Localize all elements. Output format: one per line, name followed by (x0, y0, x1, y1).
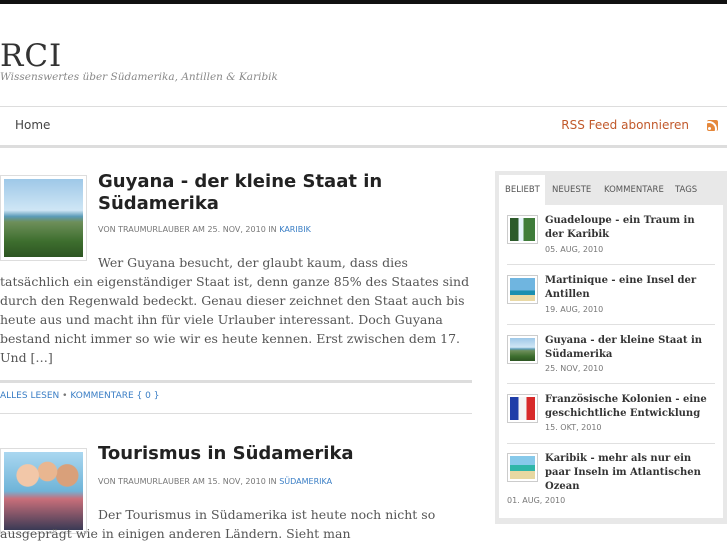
tab-neueste[interactable]: NEUESTE (552, 175, 591, 205)
list-item[interactable]: Martinique - eine Insel der Antillen 19.… (507, 265, 715, 325)
list-item-thumbnail[interactable] (507, 394, 538, 423)
list-item[interactable]: Französische Kolonien - eine geschichtli… (507, 384, 715, 444)
flag-photo-icon (510, 397, 535, 420)
main-nav: Home RSS Feed abonnieren (0, 106, 727, 148)
list-item-thumbnail[interactable] (507, 335, 538, 364)
top-bar (0, 0, 727, 4)
palm-photo-icon (510, 278, 535, 301)
beach-photo-icon (510, 456, 535, 479)
list-item-title[interactable]: Guadeloupe - ein Traum in der Karibik (545, 214, 715, 242)
list-item-date: 01. AUG, 2010 (507, 496, 566, 505)
post-footer: ALLES LESEN • KOMMENTARE { 0 } (0, 380, 472, 414)
list-item-date: 19. AUG, 2010 (545, 305, 604, 314)
island-photo-icon (4, 179, 83, 257)
tab-tags[interactable]: TAGS (675, 175, 697, 205)
list-item-date: 15. OKT, 2010 (545, 423, 602, 432)
post-title[interactable]: Tourismus in Südamerika (98, 443, 438, 465)
sidebar-tabs-widget: BELIEBT NEUESTE KOMMENTARE TAGS Guadelou… (495, 171, 727, 524)
post-category-link[interactable]: SÜDAMERIKA (279, 477, 332, 486)
read-more-link[interactable]: ALLES LESEN (0, 391, 59, 401)
post-meta-author-date: von TRAUMURLAUBER am 15. NOV, 2010 in (98, 477, 277, 486)
post-meta: von TRAUMURLAUBER am 15. NOV, 2010 in SÜ… (98, 477, 332, 486)
footer-separator: • (62, 391, 68, 401)
list-item-date: 25. NOV, 2010 (545, 364, 604, 373)
tab-bar: BELIEBT NEUESTE KOMMENTARE TAGS (499, 175, 723, 205)
list-item-thumbnail[interactable] (507, 215, 538, 244)
list-item-title[interactable]: Karibik - mehr als nur ein paar Inseln i… (545, 452, 715, 494)
list-item-title[interactable]: Martinique - eine Insel der Antillen (545, 274, 715, 302)
post-excerpt: Wer Guyana besucht, der glaubt kaum, das… (0, 255, 470, 365)
tab-beliebt[interactable]: BELIEBT (499, 175, 545, 205)
tab-kommentare[interactable]: KOMMENTARE (604, 175, 664, 205)
list-item[interactable]: Guyana - der kleine Staat in Südamerika … (507, 325, 715, 384)
list-item-title[interactable]: Guyana - der kleine Staat in Südamerika (545, 334, 715, 362)
post-meta-author-date: von TRAUMURLAUBER am 25. NOV, 2010 in (98, 225, 277, 234)
post-meta: von TRAUMURLAUBER am 25. NOV, 2010 in KA… (98, 225, 311, 234)
post-category-link[interactable]: KARIBIK (279, 225, 311, 234)
list-item-thumbnail[interactable] (507, 275, 538, 304)
site-description: Wissenswertes über Südamerika, Antillen … (0, 71, 278, 83)
nav-home-link[interactable]: Home (15, 118, 50, 132)
comments-link[interactable]: KOMMENTARE { 0 } (70, 391, 159, 401)
post-title[interactable]: Guyana - der kleine Staat in Südamerika (98, 171, 438, 215)
list-item[interactable]: Guadeloupe - ein Traum in der Karibik 05… (507, 205, 715, 265)
island-photo-icon (510, 338, 535, 361)
list-item-thumbnail[interactable] (507, 453, 538, 482)
post-thumbnail[interactable] (0, 175, 87, 261)
list-item-title[interactable]: Französische Kolonien - eine geschichtli… (545, 393, 715, 421)
post-excerpt: Der Tourismus in Südamerika ist heute no… (0, 507, 436, 541)
list-item[interactable]: Karibik - mehr als nur ein paar Inseln i… (507, 444, 715, 514)
site-title[interactable]: RCI (0, 38, 62, 74)
list-item-date: 05. AUG, 2010 (545, 245, 604, 254)
popular-posts-list: Guadeloupe - ein Traum in der Karibik 05… (499, 205, 723, 518)
rss-icon[interactable] (707, 120, 718, 131)
rss-subscribe-link[interactable]: RSS Feed abonnieren (561, 118, 689, 132)
waterfall-photo-icon (510, 218, 535, 241)
